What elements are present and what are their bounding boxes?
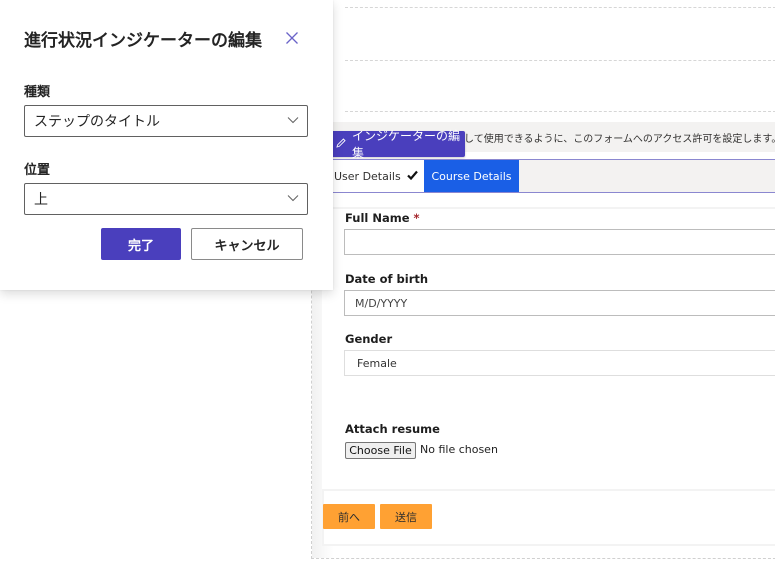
checkmark-icon bbox=[406, 170, 418, 183]
full-name-label: Full Name * bbox=[345, 211, 420, 225]
edit-progress-indicator-dialog: 進行状況インジケーターの編集 種類 ステップのタイトル 位置 上 完了 キャンセ… bbox=[0, 0, 333, 290]
section-divider bbox=[345, 111, 775, 112]
gender-select[interactable]: Female bbox=[344, 350, 775, 376]
section-divider bbox=[345, 60, 775, 61]
gender-value: Female bbox=[357, 356, 397, 370]
section-divider bbox=[345, 7, 775, 8]
full-name-input[interactable] bbox=[344, 229, 775, 255]
type-label: 種類 bbox=[24, 85, 51, 100]
previous-button[interactable]: 前へ bbox=[323, 504, 375, 529]
tab-user-details[interactable]: User Details bbox=[332, 160, 424, 192]
pencil-icon bbox=[335, 137, 347, 152]
tab-label: User Details bbox=[334, 169, 401, 183]
edit-indicator-label: インジケーターの編集 bbox=[352, 129, 461, 160]
cancel-button[interactable]: キャンセル bbox=[191, 228, 303, 260]
done-button[interactable]: 完了 bbox=[101, 228, 181, 260]
close-button[interactable] bbox=[284, 31, 300, 47]
chevron-down-icon bbox=[287, 117, 299, 124]
close-icon bbox=[285, 30, 299, 49]
date-placeholder: M/D/YYYY bbox=[355, 296, 408, 310]
position-value: 上 bbox=[34, 192, 48, 208]
required-marker: * bbox=[413, 211, 420, 225]
submit-button[interactable]: 送信 bbox=[380, 504, 432, 529]
dialog-title: 進行状況インジケーターの編集 bbox=[24, 31, 262, 51]
position-label: 位置 bbox=[24, 163, 51, 178]
gender-label: Gender bbox=[345, 332, 393, 346]
date-of-birth-label: Date of birth bbox=[345, 272, 429, 286]
attach-resume-label: Attach resume bbox=[345, 422, 440, 436]
type-dropdown[interactable]: ステップのタイトル bbox=[24, 105, 308, 137]
choose-file-button[interactable]: Choose File bbox=[345, 442, 416, 459]
file-status-text: No file chosen bbox=[420, 443, 498, 456]
position-dropdown[interactable]: 上 bbox=[24, 183, 308, 215]
type-value: ステップのタイトル bbox=[34, 114, 160, 130]
chevron-down-icon bbox=[287, 195, 299, 202]
permission-notice-text: して使用できるように、このフォームへのアクセス許可を設定します。 bbox=[464, 134, 775, 145]
date-of-birth-input[interactable]: M/D/YYYY bbox=[344, 290, 775, 316]
tab-course-details[interactable]: Course Details bbox=[424, 160, 519, 192]
tab-label: Course Details bbox=[431, 169, 512, 183]
edit-indicator-button[interactable]: インジケーターの編集 bbox=[329, 129, 465, 160]
